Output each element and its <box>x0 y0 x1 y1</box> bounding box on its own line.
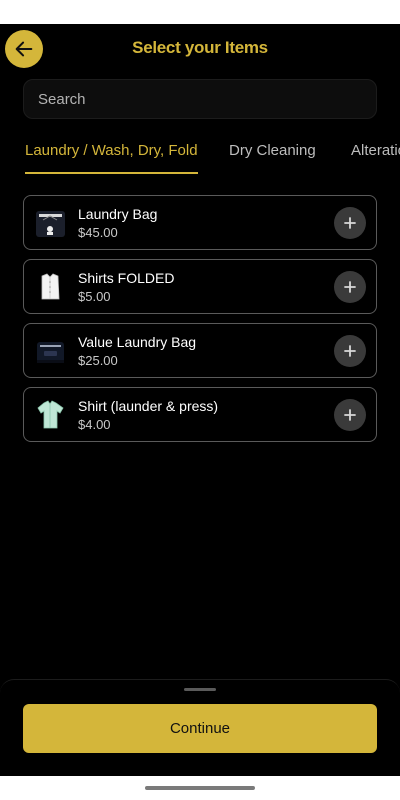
search-bar[interactable] <box>23 79 377 119</box>
continue-button[interactable]: Continue <box>23 704 377 753</box>
item-card-laundry-bag[interactable]: Laundry Bag $45.00 <box>23 195 377 250</box>
laundry-bag-icon <box>36 211 65 237</box>
add-button[interactable] <box>334 335 366 367</box>
add-button[interactable] <box>334 399 366 431</box>
tab-laundry[interactable]: Laundry / Wash, Dry, Fold <box>25 142 198 159</box>
item-card-shirt-launder-press[interactable]: Shirt (launder & press) $4.00 <box>23 387 377 442</box>
active-tab-indicator <box>25 172 198 174</box>
plus-icon <box>344 409 356 421</box>
tab-alterations[interactable]: Alterations <box>351 142 400 159</box>
add-button[interactable] <box>334 271 366 303</box>
category-tabs: Laundry / Wash, Dry, Fold Dry Cleaning A… <box>0 139 400 179</box>
sheet-grabber[interactable] <box>184 688 216 691</box>
pressed-shirt-icon <box>37 400 64 429</box>
plus-icon <box>344 281 356 293</box>
item-price: $4.00 <box>78 417 111 432</box>
select-items-screen: Select your Items Laundry / Wash, Dry, F… <box>0 24 400 776</box>
folded-shirt-icon <box>41 273 60 300</box>
value-bag-icon <box>37 342 64 363</box>
item-name: Laundry Bag <box>78 206 158 222</box>
item-card-shirts-folded[interactable]: Shirts FOLDED $5.00 <box>23 259 377 314</box>
plus-icon <box>344 217 356 229</box>
item-name: Shirts FOLDED <box>78 270 175 286</box>
tab-dry-cleaning[interactable]: Dry Cleaning <box>229 142 316 159</box>
plus-icon <box>344 345 356 357</box>
item-card-value-laundry-bag[interactable]: Value Laundry Bag $25.00 <box>23 323 377 378</box>
item-name: Shirt (launder & press) <box>78 398 219 414</box>
home-indicator <box>145 786 255 790</box>
bottom-sheet: Continue <box>0 679 400 776</box>
item-price: $25.00 <box>78 353 118 368</box>
status-bar <box>0 0 400 24</box>
search-input[interactable] <box>24 80 376 118</box>
add-button[interactable] <box>334 207 366 239</box>
item-price: $45.00 <box>78 225 118 240</box>
page-title: Select your Items <box>132 38 268 57</box>
item-name: Value Laundry Bag <box>78 334 197 350</box>
item-price: $5.00 <box>78 289 111 304</box>
